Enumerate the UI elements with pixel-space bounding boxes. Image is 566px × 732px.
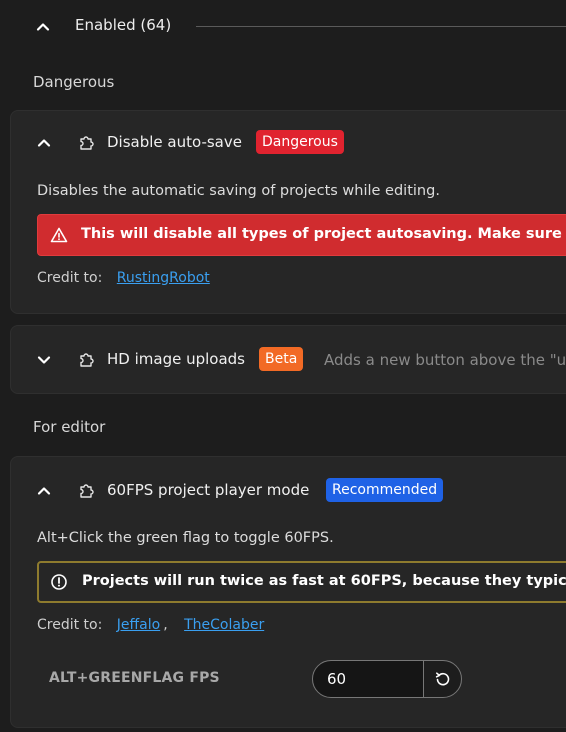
dangerous-badge: Dangerous — [256, 130, 344, 154]
addon-card-hd-image-uploads: HD image uploads Beta Adds a new button … — [10, 325, 566, 394]
chevron-up-icon[interactable] — [35, 134, 53, 152]
addons-settings-page: Enabled (64) Dangerous Disable auto-save… — [0, 0, 566, 732]
addon-card-header[interactable]: Disable auto-save Dangerous — [11, 111, 566, 171]
puzzle-piece-icon — [77, 481, 95, 499]
beta-badge: Beta — [259, 347, 304, 371]
danger-warning-box: This will disable all types of project a… — [37, 214, 566, 256]
addon-title: HD image uploads — [107, 350, 245, 368]
section-divider — [196, 26, 566, 27]
addon-card-header[interactable]: HD image uploads Beta Adds a new button … — [11, 326, 566, 386]
chevron-up-icon[interactable] — [34, 18, 52, 36]
notice-text: Projects will run twice as fast at 60FPS… — [82, 573, 566, 589]
reset-button[interactable] — [423, 660, 462, 698]
puzzle-piece-icon — [77, 133, 95, 151]
enabled-section-header[interactable]: Enabled (64) — [0, 0, 566, 54]
reset-icon — [435, 672, 449, 686]
category-dangerous: Dangerous — [33, 73, 115, 91]
credit-link-rustingrobot[interactable]: RustingRobot — [117, 270, 210, 286]
chevron-up-icon[interactable] — [35, 482, 53, 500]
addon-description: Alt+Click the green flag to toggle 60FPS… — [37, 530, 334, 546]
credit-line: Credit to: RustingRobot — [37, 270, 210, 286]
recommended-badge: Recommended — [326, 478, 444, 502]
credit-link-jeffalo[interactable]: Jeffalo — [117, 617, 160, 633]
addon-card-disable-autosave: Disable auto-save Dangerous Disables the… — [10, 110, 566, 314]
category-for-editor: For editor — [33, 418, 106, 436]
addon-description-preview: Adds a new button above the "up — [324, 351, 566, 369]
warning-text: This will disable all types of project a… — [81, 226, 566, 242]
warning-triangle-icon — [50, 226, 68, 244]
addon-description: Disables the automatic saving of project… — [37, 183, 440, 199]
fps-number-input[interactable]: 60 — [312, 660, 424, 698]
addon-card-header[interactable]: 60FPS project player mode Recommended — [11, 457, 566, 517]
credit-line: Credit to: Jeffalo, TheColaber — [37, 617, 264, 633]
credit-label: Credit to: — [37, 270, 103, 286]
addon-title: 60FPS project player mode — [107, 481, 310, 499]
credit-separator: , — [163, 617, 168, 633]
addon-card-60fps: 60FPS project player mode Recommended Al… — [10, 456, 566, 728]
puzzle-piece-icon — [77, 350, 95, 368]
credit-link-thecolaber[interactable]: TheColaber — [184, 617, 264, 633]
addon-title: Disable auto-save — [107, 133, 242, 151]
info-circle-icon — [50, 573, 68, 591]
credit-label: Credit to: — [37, 617, 103, 633]
setting-label: ALT+GREENFLAG FPS — [49, 670, 220, 686]
section-title: Enabled (64) — [75, 16, 172, 34]
chevron-down-icon[interactable] — [35, 351, 53, 369]
notice-box: Projects will run twice as fast at 60FPS… — [37, 561, 566, 603]
